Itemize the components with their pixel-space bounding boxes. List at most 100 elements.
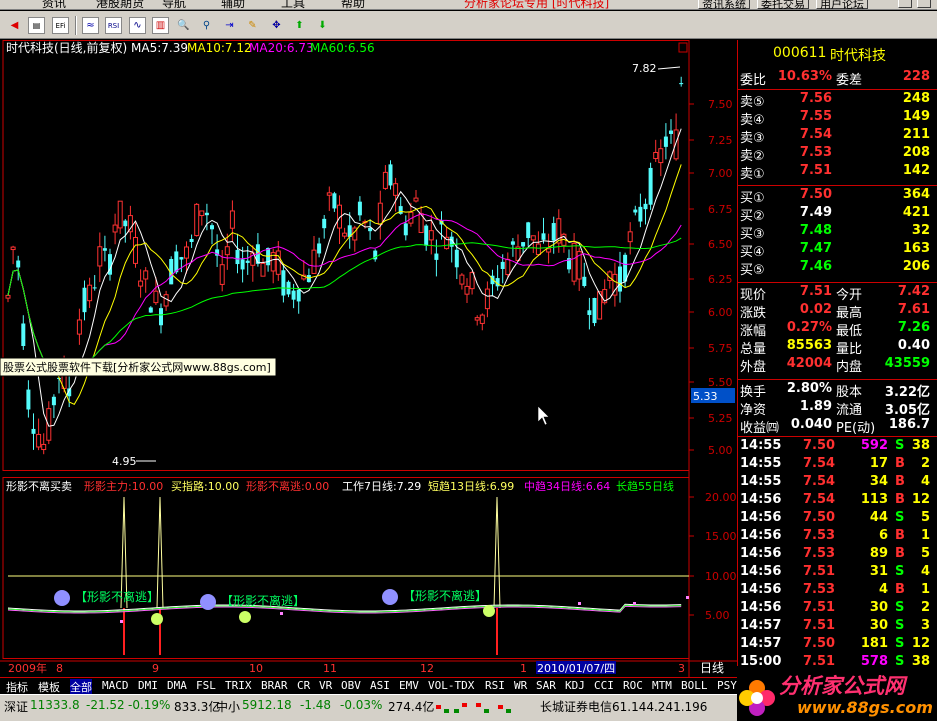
time-label-1: 1: [520, 662, 527, 675]
candle-body: [143, 270, 149, 280]
price-tick-label: 6.00: [708, 306, 733, 319]
tab-mtm[interactable]: MTM: [652, 679, 672, 692]
quote-cell: 1: [920, 528, 930, 543]
pencil-icon[interactable]: ✎: [244, 17, 261, 34]
arrow-down-icon[interactable]: ⬇: [314, 17, 331, 34]
menu-assist[interactable]: 辅助: [221, 0, 245, 9]
tab-macd[interactable]: MACD: [102, 679, 129, 692]
zx-value: 5912.18: [242, 698, 292, 712]
candle-body: [535, 243, 541, 256]
candle-body: [638, 206, 643, 222]
quote-cell: 7.55: [799, 109, 832, 124]
menu-navigate[interactable]: 导航: [162, 0, 186, 9]
candle-body: [184, 246, 189, 259]
indicator-work7: 工作7日线:7.29: [342, 479, 421, 493]
menu-news[interactable]: 资讯: [42, 0, 66, 9]
tab-emv[interactable]: EMV: [399, 679, 419, 692]
quote-cell: B: [895, 528, 905, 543]
menu-help[interactable]: 帮助: [341, 0, 365, 9]
quote-cell: 委比: [740, 73, 767, 88]
tab-fsl[interactable]: FSL: [196, 679, 216, 692]
tab-sar[interactable]: SAR: [536, 679, 556, 692]
tab-vol-tdx[interactable]: VOL-TDX: [428, 679, 474, 692]
indicator-icon[interactable]: ∿: [129, 17, 146, 34]
candle-body: [76, 319, 82, 335]
quote-cell: 7.56: [799, 91, 832, 106]
candle-body: [311, 249, 317, 274]
candle-body: [663, 136, 668, 147]
time-label-year: 2009年: [8, 661, 47, 675]
candle-body: [530, 235, 536, 241]
stats-row: 现价 7.51 今开 7.42: [738, 283, 937, 303]
menu-hk-futures[interactable]: 港股期货: [96, 0, 144, 9]
indicator-mid34: 中趋34日线:6.64: [524, 479, 610, 493]
move-icon[interactable]: ✥: [268, 17, 285, 34]
tab-vr[interactable]: VR: [319, 679, 332, 692]
quote-cell: 43559: [884, 356, 930, 371]
indicator-tick-label: 20.00: [705, 491, 737, 504]
quote-cell: 7.54: [803, 456, 836, 471]
escape-signal-label: 【形影不离逃】: [75, 589, 159, 604]
candle-body: [459, 274, 465, 285]
price-tick-label: 5.50: [708, 376, 733, 389]
quote-cell: 2: [920, 456, 930, 471]
tab-boll[interactable]: BOLL: [681, 679, 708, 692]
candle-body: [240, 259, 245, 270]
time-cursor-date: 2010/01/07/四: [537, 662, 615, 675]
forum-button[interactable]: 用户论坛: [816, 0, 868, 9]
tab-obv[interactable]: OBV: [341, 679, 361, 692]
tab-kdj[interactable]: KDJ: [565, 679, 585, 692]
tab-cr[interactable]: CR: [297, 679, 310, 692]
search-icon[interactable]: 🔍: [175, 17, 192, 34]
news-system-button[interactable]: 资讯系统: [698, 0, 750, 9]
minimize-button[interactable]: [898, 0, 912, 8]
tab-brar[interactable]: BRAR: [261, 679, 288, 692]
quote-cell: 7.53: [799, 145, 832, 160]
quote-cell: 34: [869, 474, 888, 489]
chart-icon[interactable]: ≈: [82, 17, 99, 34]
period-label[interactable]: 日线: [700, 661, 724, 675]
tab-asi[interactable]: ASI: [370, 679, 390, 692]
tab-dma[interactable]: DMA: [167, 679, 187, 692]
candle-body: [479, 314, 485, 324]
tab-指标[interactable]: 指标: [6, 679, 28, 695]
tab-wr[interactable]: WR: [514, 679, 527, 692]
ma5-legend: MA5:7.39: [131, 41, 188, 55]
news-icon[interactable]: ▤: [28, 17, 45, 34]
ask-row: 卖④ 7.55 149: [738, 108, 937, 128]
tab-cci[interactable]: CCI: [594, 679, 614, 692]
tab-trix[interactable]: TRIX: [225, 679, 252, 692]
trade-button[interactable]: 委托交易: [757, 0, 809, 9]
quote-cell: 421: [902, 205, 930, 220]
tab-全部[interactable]: 全部: [70, 679, 92, 695]
tab-rsi[interactable]: RSI: [485, 679, 505, 692]
kline-chart-area[interactable]: 7.50 7.25 7.00 6.75 6.50 6.25 6.00 5.75 5.50 5.25…: [0, 40, 737, 677]
stats-row: 总量 85563 量比 0.40: [738, 337, 937, 357]
trade-tick-row: 14:57 7.50 181 S 12: [738, 635, 937, 653]
tab-roc[interactable]: ROC: [623, 679, 643, 692]
candle-body: [551, 223, 556, 241]
candle-body: [428, 230, 434, 241]
candle-body: [82, 287, 87, 313]
indicator-name: 形影不离买卖: [6, 479, 72, 493]
import-icon[interactable]: ⇥: [221, 17, 238, 34]
tab-psy[interactable]: PSY: [717, 679, 737, 692]
menu-tools[interactable]: 工具: [281, 0, 305, 9]
quote-cell: 17: [869, 456, 888, 471]
price-tick-label: 7.50: [708, 98, 733, 111]
tab-dmi[interactable]: DMI: [138, 679, 158, 692]
candle-body: [653, 151, 659, 160]
f10-icon[interactable]: EFi: [52, 17, 69, 34]
bid-row: 买② 7.49 421: [738, 204, 937, 224]
bid-row: 买③ 7.48 32: [738, 222, 937, 242]
tab-模板[interactable]: 模板: [38, 679, 60, 695]
rsi-icon[interactable]: RSI: [105, 17, 122, 34]
bar-chart-icon[interactable]: ▥: [152, 17, 169, 34]
link-icon[interactable]: ⚲: [198, 17, 215, 34]
quote-cell: 14:56: [740, 492, 782, 507]
close-button[interactable]: [917, 0, 931, 8]
exit-icon[interactable]: ◀: [6, 17, 23, 34]
arrow-up-icon[interactable]: ⬆: [291, 17, 308, 34]
quote-cell: 186.7: [888, 417, 930, 432]
sz-change: -21.52: [86, 698, 125, 712]
